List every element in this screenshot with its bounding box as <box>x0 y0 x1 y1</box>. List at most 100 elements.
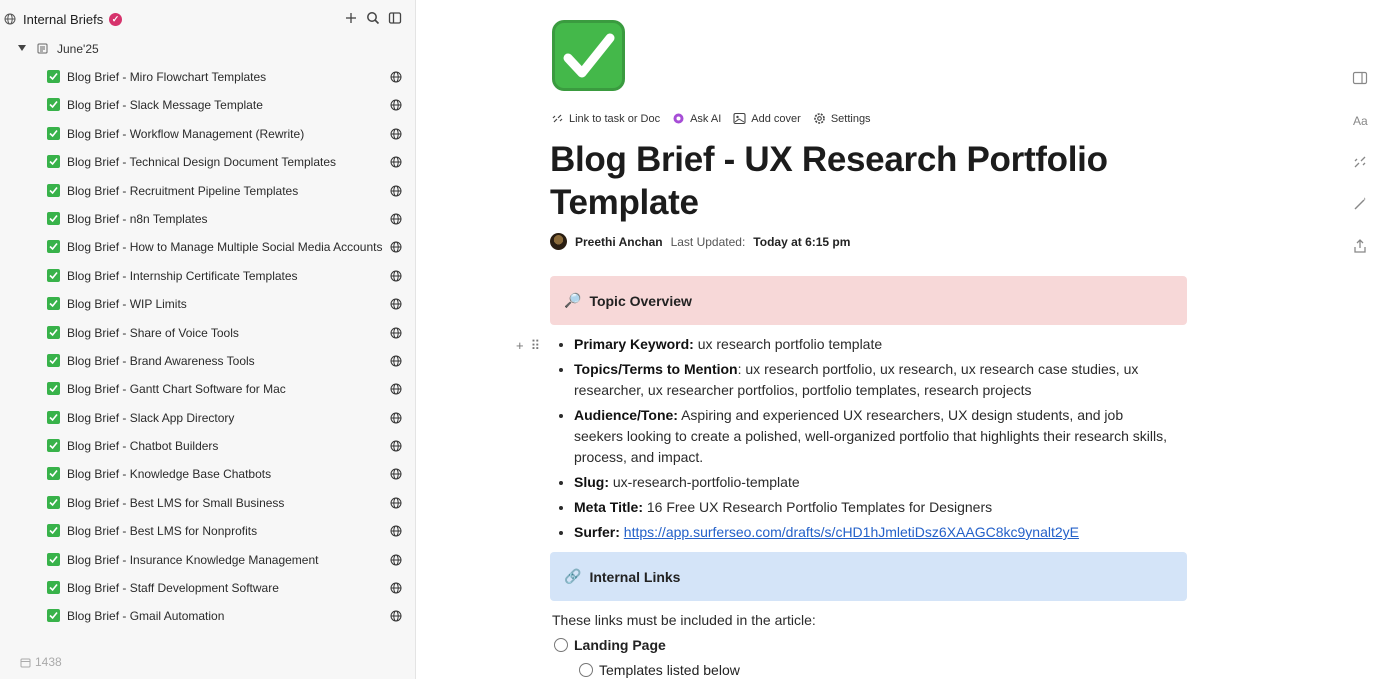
check-box-icon <box>47 126 60 140</box>
globe-icon[interactable] <box>390 610 402 622</box>
link-emoji-icon: 🔗 <box>564 568 582 584</box>
sidebar-doc-item[interactable]: Blog Brief - How to Manage Multiple Soci… <box>0 233 416 261</box>
doc-meta: Preethi Anchan Last Updated: Today at 6:… <box>550 233 850 250</box>
typography-icon[interactable]: Aa <box>1352 112 1368 128</box>
sidebar-doc-title: Blog Brief - Insurance Knowledge Managem… <box>67 552 319 567</box>
check-box-icon <box>47 439 60 453</box>
space-title[interactable]: Internal Briefs <box>23 12 103 27</box>
sidebar-actions <box>344 11 402 25</box>
link-task-button[interactable]: Link to task or Doc <box>551 112 660 125</box>
sidebar-doc-title: Blog Brief - Share of Voice Tools <box>67 325 239 340</box>
internal-links-callout[interactable]: 🔗 Internal Links <box>550 552 1187 601</box>
check-box-icon <box>47 495 60 509</box>
globe-icon[interactable] <box>390 270 402 282</box>
magic-wand-icon[interactable] <box>1352 196 1368 212</box>
sidebar-doc-item[interactable]: Blog Brief - Internship Certificate Temp… <box>0 262 416 290</box>
list-item[interactable]: Audience/Tone: Aspiring and experienced … <box>574 405 1174 468</box>
globe-icon[interactable] <box>390 185 402 197</box>
globe-icon[interactable] <box>390 383 402 395</box>
sidebar-doc-item[interactable]: Blog Brief - Workflow Management (Rewrit… <box>0 120 416 148</box>
sidebar-doc-item[interactable]: Blog Brief - Knowledge Base Chatbots <box>0 460 416 488</box>
block-handle: + ⠿ <box>516 338 540 354</box>
check-mark-emoji-icon[interactable] <box>552 20 625 91</box>
globe-icon[interactable] <box>390 213 402 225</box>
avatar[interactable] <box>550 233 567 250</box>
globe-icon[interactable] <box>390 440 402 452</box>
doc-list: Blog Brief - Miro Flowchart Templates Blo… <box>0 63 416 631</box>
globe-icon[interactable] <box>390 412 402 424</box>
globe-icon[interactable] <box>390 99 402 111</box>
sidebar-header: Internal Briefs ✓ <box>0 6 416 34</box>
globe-icon[interactable] <box>390 128 402 140</box>
globe-icon[interactable] <box>390 327 402 339</box>
list-item[interactable]: Surfer: https://app.surferseo.com/drafts… <box>574 522 1174 543</box>
link-icon <box>552 114 563 123</box>
author-name[interactable]: Preethi Anchan <box>575 235 663 249</box>
sidebar-doc-item[interactable]: Blog Brief - Insurance Knowledge Managem… <box>0 546 416 574</box>
globe-icon[interactable] <box>390 468 402 480</box>
right-rail: Aa <box>1352 70 1368 254</box>
globe-icon[interactable] <box>390 156 402 168</box>
globe-icon[interactable] <box>390 554 402 566</box>
check-box-icon <box>47 183 60 197</box>
plus-icon[interactable] <box>344 11 358 25</box>
list-item[interactable]: Meta Title: 16 Free UX Research Portfoli… <box>574 497 1174 518</box>
sidebar-doc-title: Blog Brief - Slack App Directory <box>67 410 235 425</box>
sidebar-doc-item[interactable]: Blog Brief - Recruitment Pipeline Templa… <box>0 177 416 205</box>
globe-icon[interactable] <box>390 355 402 367</box>
globe-icon[interactable] <box>390 241 402 253</box>
link-icon[interactable] <box>1352 154 1368 170</box>
sidebar-doc-title: Blog Brief - Staff Development Software <box>67 581 279 596</box>
list-item[interactable]: Primary Keyword: ux research portfolio t… <box>574 334 1174 355</box>
sidebar-doc-item[interactable]: Blog Brief - Share of Voice Tools <box>0 319 416 347</box>
drag-handle-icon[interactable]: ⠿ <box>531 338 541 354</box>
folder-june25[interactable]: June'25 <box>0 38 416 60</box>
share-icon[interactable] <box>1352 238 1368 254</box>
archive-icon <box>20 658 31 667</box>
sidebar-doc-title: Blog Brief - Best LMS for Small Business <box>67 495 285 510</box>
sidebar-doc-item[interactable]: Blog Brief - WIP Limits <box>0 290 416 318</box>
search-icon[interactable] <box>366 11 380 25</box>
caret-down-icon[interactable] <box>18 45 26 51</box>
templates-listed-item[interactable]: Templates listed below <box>579 662 740 678</box>
doc-count: 1438 <box>35 655 62 669</box>
radio-circle-icon[interactable] <box>579 663 593 677</box>
landing-page-label: Landing Page <box>574 637 666 653</box>
globe-icon[interactable] <box>390 298 402 310</box>
sidebar-doc-item[interactable]: Blog Brief - Best LMS for Nonprofits <box>0 517 416 545</box>
last-updated-label: Last Updated: <box>670 234 746 249</box>
sidebar-doc-item[interactable]: Blog Brief - Gmail Automation <box>0 602 416 630</box>
settings-button[interactable]: Settings <box>813 112 871 125</box>
page-title[interactable]: Blog Brief - UX Research Portfolio Templ… <box>550 138 1130 224</box>
radio-circle-icon[interactable] <box>554 638 568 652</box>
sidebar-doc-item[interactable]: Blog Brief - Technical Design Document T… <box>0 148 416 176</box>
globe-icon[interactable] <box>390 582 402 594</box>
sidebar-doc-item[interactable]: Blog Brief - Brand Awareness Tools <box>0 347 416 375</box>
doc-editor: Link to task or Doc Ask AI Add cover Set… <box>417 0 1400 679</box>
list-item[interactable]: Slug: ux-research-portfolio-template <box>574 472 1174 493</box>
sidebar-doc-item[interactable]: Blog Brief - n8n Templates <box>0 205 416 233</box>
image-icon <box>733 112 746 125</box>
doc-toolbar: Link to task or Doc Ask AI Add cover Set… <box>551 112 871 125</box>
globe-icon[interactable] <box>390 497 402 509</box>
topic-overview-callout[interactable]: 🔎 Topic Overview <box>550 276 1187 325</box>
panel-icon[interactable] <box>1352 70 1368 86</box>
ask-ai-button[interactable]: Ask AI <box>672 112 721 125</box>
sidebar-doc-item[interactable]: Blog Brief - Chatbot Builders <box>0 432 416 460</box>
sidebar-doc-item[interactable]: Blog Brief - Slack App Directory <box>0 404 416 432</box>
sidebar-doc-title: Blog Brief - Miro Flowchart Templates <box>67 70 267 84</box>
landing-page-item[interactable]: Landing Page <box>554 637 666 653</box>
surfer-link[interactable]: https://app.surferseo.com/drafts/s/cHD1h… <box>624 524 1079 540</box>
globe-icon[interactable] <box>390 525 402 537</box>
sidebar-doc-item[interactable]: Blog Brief - Staff Development Software <box>0 574 416 602</box>
add-block-icon[interactable]: + <box>516 338 524 354</box>
check-box-icon <box>47 297 60 311</box>
sidebar-toggle-icon[interactable] <box>388 11 402 25</box>
sidebar-doc-item[interactable]: Blog Brief - Gantt Chart Software for Ma… <box>0 375 416 403</box>
sidebar-doc-item[interactable]: Blog Brief - Slack Message Template <box>0 91 416 119</box>
list-item[interactable]: Topics/Terms to Mention: ux research por… <box>574 359 1174 401</box>
globe-icon[interactable] <box>390 71 402 83</box>
sidebar-doc-item[interactable]: Blog Brief - Miro Flowchart Templates <box>0 63 416 91</box>
sidebar-doc-item[interactable]: Blog Brief - Best LMS for Small Business <box>0 489 416 517</box>
add-cover-button[interactable]: Add cover <box>733 112 801 125</box>
